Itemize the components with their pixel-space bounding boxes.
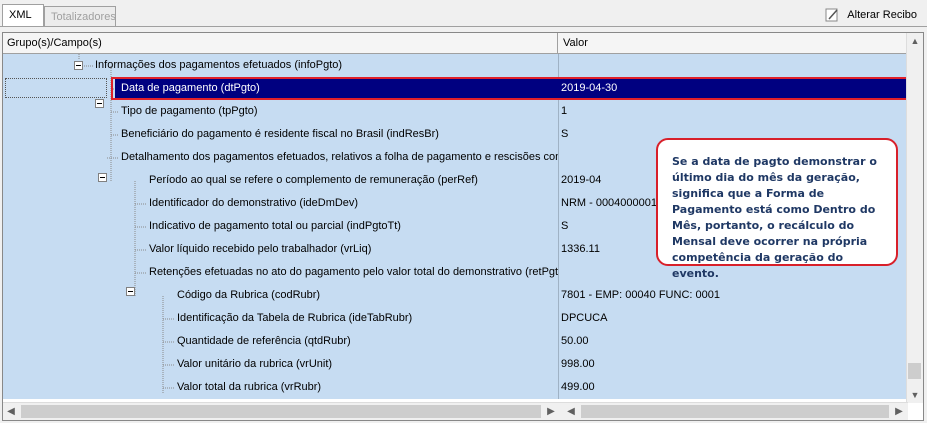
row-field-name: Valor total da rubrica (vrRubr) (177, 381, 322, 393)
column-header-value[interactable]: Valor (559, 33, 588, 53)
row-field-name: Indicativo de pagamento total ou parcial… (149, 220, 401, 232)
tab-totalizadores[interactable]: Totalizadores (44, 6, 116, 26)
row-value: DPCUCA (561, 312, 608, 324)
row-field-name: Valor líquido recebido pelo trabalhador … (149, 243, 372, 255)
row-field-name: Detalhamento dos pagamentos efetuados, r… (121, 151, 558, 163)
tree-row-selected[interactable]: Data de pagamento (dtPgto) 2019-04-30 (3, 77, 908, 100)
row-value: 1 (561, 105, 568, 117)
collapse-toggle-icon[interactable] (126, 287, 135, 296)
tree-row[interactable]: Informações dos pagamentos efetuados (in… (3, 54, 908, 77)
scroll-thumb[interactable] (908, 363, 921, 379)
scroll-thumb-value[interactable] (581, 405, 889, 418)
scroll-right-icon[interactable]: ▶ (543, 403, 559, 420)
row-value: 2019-04-30 (561, 82, 618, 94)
row-field-name: Data de pagamento (dtPgto) (121, 82, 260, 94)
focus-rectangle (5, 78, 107, 98)
row-field-name: Período ao qual se refere o complemento … (149, 174, 478, 186)
alter-recibo-button[interactable]: Alterar Recibo (825, 6, 917, 24)
row-field-name: Tipo de pagamento (tpPgto) (121, 105, 258, 117)
scroll-left-icon[interactable]: ◀ (3, 403, 19, 420)
grid-header: Grupo(s)/Campo(s) Valor (3, 33, 908, 54)
row-field-name: Código da Rubrica (codRubr) (177, 289, 321, 301)
row-field-name: Valor unitário da rubrica (vrUnit) (177, 358, 333, 370)
annotation-callout: Se a data de pagto demonstrar o último d… (656, 138, 898, 280)
row-field-name: Informações dos pagamentos efetuados (in… (95, 59, 343, 71)
alter-recibo-label: Alterar Recibo (847, 9, 917, 21)
scroll-right-icon[interactable]: ▶ (891, 403, 907, 420)
tree-row[interactable]: Código da Rubrica (codRubr) 7801 - EMP: … (3, 284, 908, 307)
scroll-up-icon[interactable]: ▲ (907, 33, 923, 49)
row-value: 7801 - EMP: 00040 FUNC: 0001 (561, 289, 720, 301)
scroll-thumb-fields[interactable] (21, 405, 541, 418)
scroll-left-icon[interactable]: ◀ (563, 403, 579, 420)
tree-row[interactable]: Identificação da Tabela de Rubrica (ideT… (3, 307, 908, 330)
tree-row[interactable]: Valor unitário da rubrica (vrUnit) 998.0… (3, 353, 908, 376)
row-field-name: Beneficiário do pagamento é residente fi… (121, 128, 439, 140)
tab-bar: XML Totalizadores Alterar Recibo (0, 0, 927, 30)
row-value: 998.00 (561, 358, 595, 370)
row-field-name: Retenções efetuadas no ato do pagamento … (149, 266, 558, 278)
collapse-toggle-icon[interactable] (95, 99, 104, 108)
tree-row[interactable]: Tipo de pagamento (tpPgto) 1 (3, 100, 908, 123)
collapse-toggle-icon[interactable] (74, 61, 83, 70)
collapse-toggle-icon[interactable] (98, 173, 107, 182)
row-value: 50.00 (561, 335, 589, 347)
tab-divider (0, 26, 927, 27)
row-field-name: Quantidade de referência (qtdRubr) (177, 335, 351, 347)
row-value: 499.00 (561, 381, 595, 393)
vertical-scrollbar[interactable]: ▲ ▼ (906, 33, 923, 403)
tree-row[interactable]: Valor total da rubrica (vrRubr) 499.00 (3, 376, 908, 399)
row-field-name: Identificação da Tabela de Rubrica (ideT… (177, 312, 413, 324)
edit-icon (825, 8, 838, 22)
tab-xml[interactable]: XML (2, 4, 44, 27)
row-field-name: Identificador do demonstrativo (ideDmDev… (149, 197, 359, 209)
scroll-down-icon[interactable]: ▼ (907, 387, 923, 403)
column-header-fields[interactable]: Grupo(s)/Campo(s) (3, 33, 558, 53)
horizontal-scrollbar[interactable]: ◀ ▶ ◀ ▶ (3, 402, 908, 420)
tree-row[interactable]: Quantidade de referência (qtdRubr) 50.00 (3, 330, 908, 353)
